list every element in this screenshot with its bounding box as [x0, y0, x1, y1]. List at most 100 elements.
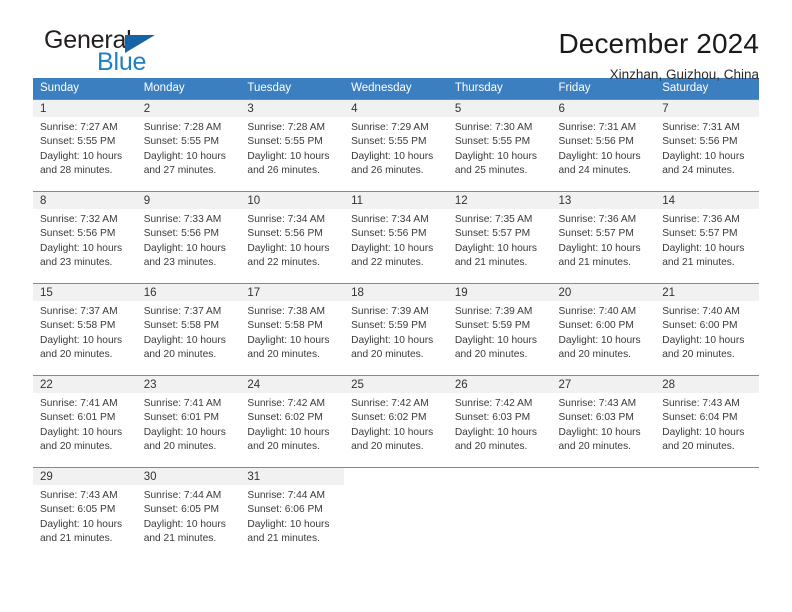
sunrise-time: Sunrise: 7:28 AM — [247, 122, 325, 133]
calendar-day-cell[interactable]: 31 Sunrise: 7:44 AM Sunset: 6:06 PM Dayligh… — [240, 467, 345, 559]
daylight-duration-line1: Daylight: 10 hours — [351, 334, 434, 346]
day-details-inner: Sunrise: 7:44 AM Sunset: 6:05 PM Daylight:… — [144, 489, 235, 559]
calendar-day-cell[interactable]: 13 Sunrise: 7:36 AM Sunset: 5:57 PM Dayligh… — [551, 191, 656, 284]
day-details — [448, 485, 552, 559]
calendar-day-cell[interactable]: 17 Sunrise: 7:38 AM Sunset: 5:58 PM Dayligh… — [240, 283, 345, 376]
calendar-day-cell[interactable]: 29 Sunrise: 7:43 AM Sunset: 6:05 PM Dayligh… — [33, 467, 137, 559]
day-number: 19 — [447, 284, 552, 301]
daylight-duration-line2: and 21 minutes. — [143, 533, 217, 545]
daylight-duration-line2: and 26 minutes. — [351, 165, 424, 177]
daylight-duration-line1: Daylight: 10 hours — [40, 518, 123, 530]
calendar-day-cell-empty — [551, 467, 656, 559]
daylight-duration-line2: and 22 minutes. — [351, 257, 424, 269]
day-details: Sunrise: 7:33 AM Sunset: 5:56 PM Daylight:… — [137, 209, 241, 283]
day-details-inner — [455, 489, 546, 559]
calendar-day-cell[interactable]: 18 Sunrise: 7:39 AM Sunset: 5:59 PM Dayligh… — [344, 283, 448, 376]
calendar-day-cell[interactable]: 5 Sunrise: 7:30 AM Sunset: 5:55 PM Daylight… — [447, 99, 552, 192]
sunrise-time: Sunrise: 7:40 AM — [662, 306, 740, 317]
day-details — [655, 485, 759, 559]
calendar-day-cell[interactable]: 21 Sunrise: 7:40 AM Sunset: 6:00 PM Dayligh… — [655, 283, 759, 376]
sunrise-time: Sunrise: 7:27 AM — [40, 122, 118, 133]
day-details-inner: Sunrise: 7:43 AM Sunset: 6:05 PM Daylight:… — [40, 489, 131, 559]
sunrise-time: Sunrise: 7:33 AM — [143, 214, 222, 225]
calendar-day-cell[interactable]: 24 Sunrise: 7:42 AM Sunset: 6:02 PM Dayligh… — [240, 375, 345, 468]
calendar-day-cell[interactable]: 10 Sunrise: 7:34 AM Sunset: 5:56 PM Dayligh… — [240, 191, 345, 284]
sunset-time: Sunset: 5:57 PM — [558, 228, 634, 240]
calendar-day-cell[interactable]: 1 Sunrise: 7:27 AM Sunset: 5:55 PM Daylight… — [33, 99, 137, 192]
calendar-day-cell[interactable]: 28 Sunrise: 7:43 AM Sunset: 6:04 PM Dayligh… — [655, 375, 759, 468]
daylight-duration-line1: Daylight: 10 hours — [558, 334, 641, 346]
daylight-duration-line1: Daylight: 10 hours — [247, 242, 330, 254]
calendar-day-cell[interactable]: 2 Sunrise: 7:28 AM Sunset: 5:55 PM Daylight… — [136, 99, 241, 192]
calendar-day-cell[interactable]: 4 Sunrise: 7:29 AM Sunset: 5:55 PM Daylight… — [344, 99, 448, 192]
calendar-day-cell[interactable]: 11 Sunrise: 7:34 AM Sunset: 5:56 PM Dayligh… — [344, 191, 448, 284]
day-number: 9 — [136, 192, 241, 209]
daylight-duration-line2: and 21 minutes. — [662, 257, 735, 269]
sunrise-time: Sunrise: 7:40 AM — [558, 306, 637, 317]
calendar-day-cell[interactable]: 14 Sunrise: 7:36 AM Sunset: 5:57 PM Dayligh… — [655, 191, 759, 284]
day-details-inner — [559, 489, 650, 559]
day-details-inner: Sunrise: 7:42 AM Sunset: 6:02 PM Daylight:… — [247, 397, 338, 467]
daylight-duration-line2: and 27 minutes. — [143, 165, 217, 177]
day-details: Sunrise: 7:43 AM Sunset: 6:05 PM Daylight:… — [33, 485, 137, 559]
daylight-duration-line2: and 20 minutes. — [143, 441, 217, 453]
calendar-day-cell[interactable]: 23 Sunrise: 7:41 AM Sunset: 6:01 PM Dayligh… — [136, 375, 241, 468]
day-number: 7 — [655, 100, 759, 117]
calendar-day-cell[interactable]: 15 Sunrise: 7:37 AM Sunset: 5:58 PM Dayligh… — [33, 283, 137, 376]
sunrise-time: Sunrise: 7:44 AM — [143, 490, 222, 501]
calendar-day-cell[interactable]: 22 Sunrise: 7:41 AM Sunset: 6:01 PM Dayligh… — [33, 375, 137, 468]
daylight-duration-line2: and 28 minutes. — [40, 165, 113, 177]
day-details-inner: Sunrise: 7:27 AM Sunset: 5:55 PM Daylight:… — [40, 121, 131, 191]
calendar-day-cell[interactable]: 3 Sunrise: 7:28 AM Sunset: 5:55 PM Daylight… — [240, 99, 345, 192]
daylight-duration-line1: Daylight: 10 hours — [662, 242, 745, 254]
day-details: Sunrise: 7:36 AM Sunset: 5:57 PM Daylight:… — [655, 209, 759, 283]
sunset-time: Sunset: 5:57 PM — [662, 228, 738, 240]
daylight-duration-line2: and 24 minutes. — [662, 165, 735, 177]
daylight-duration-line2: and 20 minutes. — [662, 349, 735, 361]
sunrise-time: Sunrise: 7:34 AM — [247, 214, 325, 225]
sunrise-time: Sunrise: 7:41 AM — [40, 398, 118, 409]
general-blue-logo[interactable]: General Blue — [33, 26, 213, 78]
sunrise-time: Sunrise: 7:37 AM — [40, 306, 118, 317]
calendar-day-cell[interactable]: 30 Sunrise: 7:44 AM Sunset: 6:05 PM Dayligh… — [136, 467, 241, 559]
day-number: 18 — [344, 284, 448, 301]
day-details-inner: Sunrise: 7:41 AM Sunset: 6:01 PM Daylight:… — [144, 397, 235, 467]
calendar-day-cell[interactable]: 12 Sunrise: 7:35 AM Sunset: 5:57 PM Dayligh… — [447, 191, 552, 284]
day-details-inner — [351, 489, 442, 559]
day-details: Sunrise: 7:42 AM Sunset: 6:03 PM Daylight:… — [448, 393, 552, 467]
calendar-day-cell[interactable]: 9 Sunrise: 7:33 AM Sunset: 5:56 PM Daylight… — [136, 191, 241, 284]
calendar-day-cell[interactable]: 25 Sunrise: 7:42 AM Sunset: 6:02 PM Dayligh… — [344, 375, 448, 468]
calendar-day-cell[interactable]: 16 Sunrise: 7:37 AM Sunset: 5:58 PM Dayligh… — [136, 283, 241, 376]
calendar-day-cell[interactable]: 6 Sunrise: 7:31 AM Sunset: 5:56 PM Daylight… — [551, 99, 656, 192]
day-details-inner: Sunrise: 7:29 AM Sunset: 5:55 PM Daylight:… — [351, 121, 442, 191]
day-number: 27 — [551, 376, 656, 393]
day-details: Sunrise: 7:31 AM Sunset: 5:56 PM Daylight:… — [552, 117, 656, 191]
calendar-day-cell[interactable]: 19 Sunrise: 7:39 AM Sunset: 5:59 PM Dayligh… — [447, 283, 552, 376]
day-details: Sunrise: 7:39 AM Sunset: 5:59 PM Daylight:… — [448, 301, 552, 375]
calendar-day-cell[interactable]: 8 Sunrise: 7:32 AM Sunset: 5:56 PM Daylight… — [33, 191, 137, 284]
daylight-duration-line2: and 20 minutes. — [247, 441, 320, 453]
daylight-duration-line2: and 20 minutes. — [558, 441, 632, 453]
day-number: 1 — [33, 100, 137, 117]
day-details-inner: Sunrise: 7:36 AM Sunset: 5:57 PM Daylight:… — [662, 213, 753, 283]
day-details: Sunrise: 7:41 AM Sunset: 6:01 PM Daylight:… — [33, 393, 137, 467]
day-details-inner: Sunrise: 7:33 AM Sunset: 5:56 PM Daylight:… — [144, 213, 235, 283]
sunset-time: Sunset: 6:02 PM — [351, 412, 427, 424]
daylight-duration-line1: Daylight: 10 hours — [40, 426, 123, 438]
daylight-duration-line1: Daylight: 10 hours — [247, 426, 330, 438]
day-details-inner: Sunrise: 7:43 AM Sunset: 6:04 PM Daylight:… — [662, 397, 753, 467]
calendar-day-cell[interactable]: 27 Sunrise: 7:43 AM Sunset: 6:03 PM Dayligh… — [551, 375, 656, 468]
day-number: 24 — [240, 376, 345, 393]
day-details: Sunrise: 7:29 AM Sunset: 5:55 PM Daylight:… — [344, 117, 448, 191]
day-details: Sunrise: 7:28 AM Sunset: 5:55 PM Daylight:… — [240, 117, 344, 191]
sunrise-time: Sunrise: 7:39 AM — [351, 306, 429, 317]
sunset-time: Sunset: 5:59 PM — [454, 320, 531, 332]
calendar-day-cell[interactable]: 26 Sunrise: 7:42 AM Sunset: 6:03 PM Dayligh… — [447, 375, 552, 468]
daylight-duration-line2: and 23 minutes. — [40, 257, 113, 269]
day-details: Sunrise: 7:40 AM Sunset: 6:00 PM Daylight:… — [552, 301, 656, 375]
day-details-inner: Sunrise: 7:39 AM Sunset: 5:59 PM Daylight:… — [351, 305, 442, 375]
daylight-duration-line1: Daylight: 10 hours — [143, 334, 226, 346]
calendar-day-cell[interactable]: 20 Sunrise: 7:40 AM Sunset: 6:00 PM Dayligh… — [551, 283, 656, 376]
day-details: Sunrise: 7:44 AM Sunset: 6:05 PM Daylight:… — [137, 485, 241, 559]
calendar-day-cell[interactable]: 7 Sunrise: 7:31 AM Sunset: 5:56 PM Daylight… — [655, 99, 759, 192]
